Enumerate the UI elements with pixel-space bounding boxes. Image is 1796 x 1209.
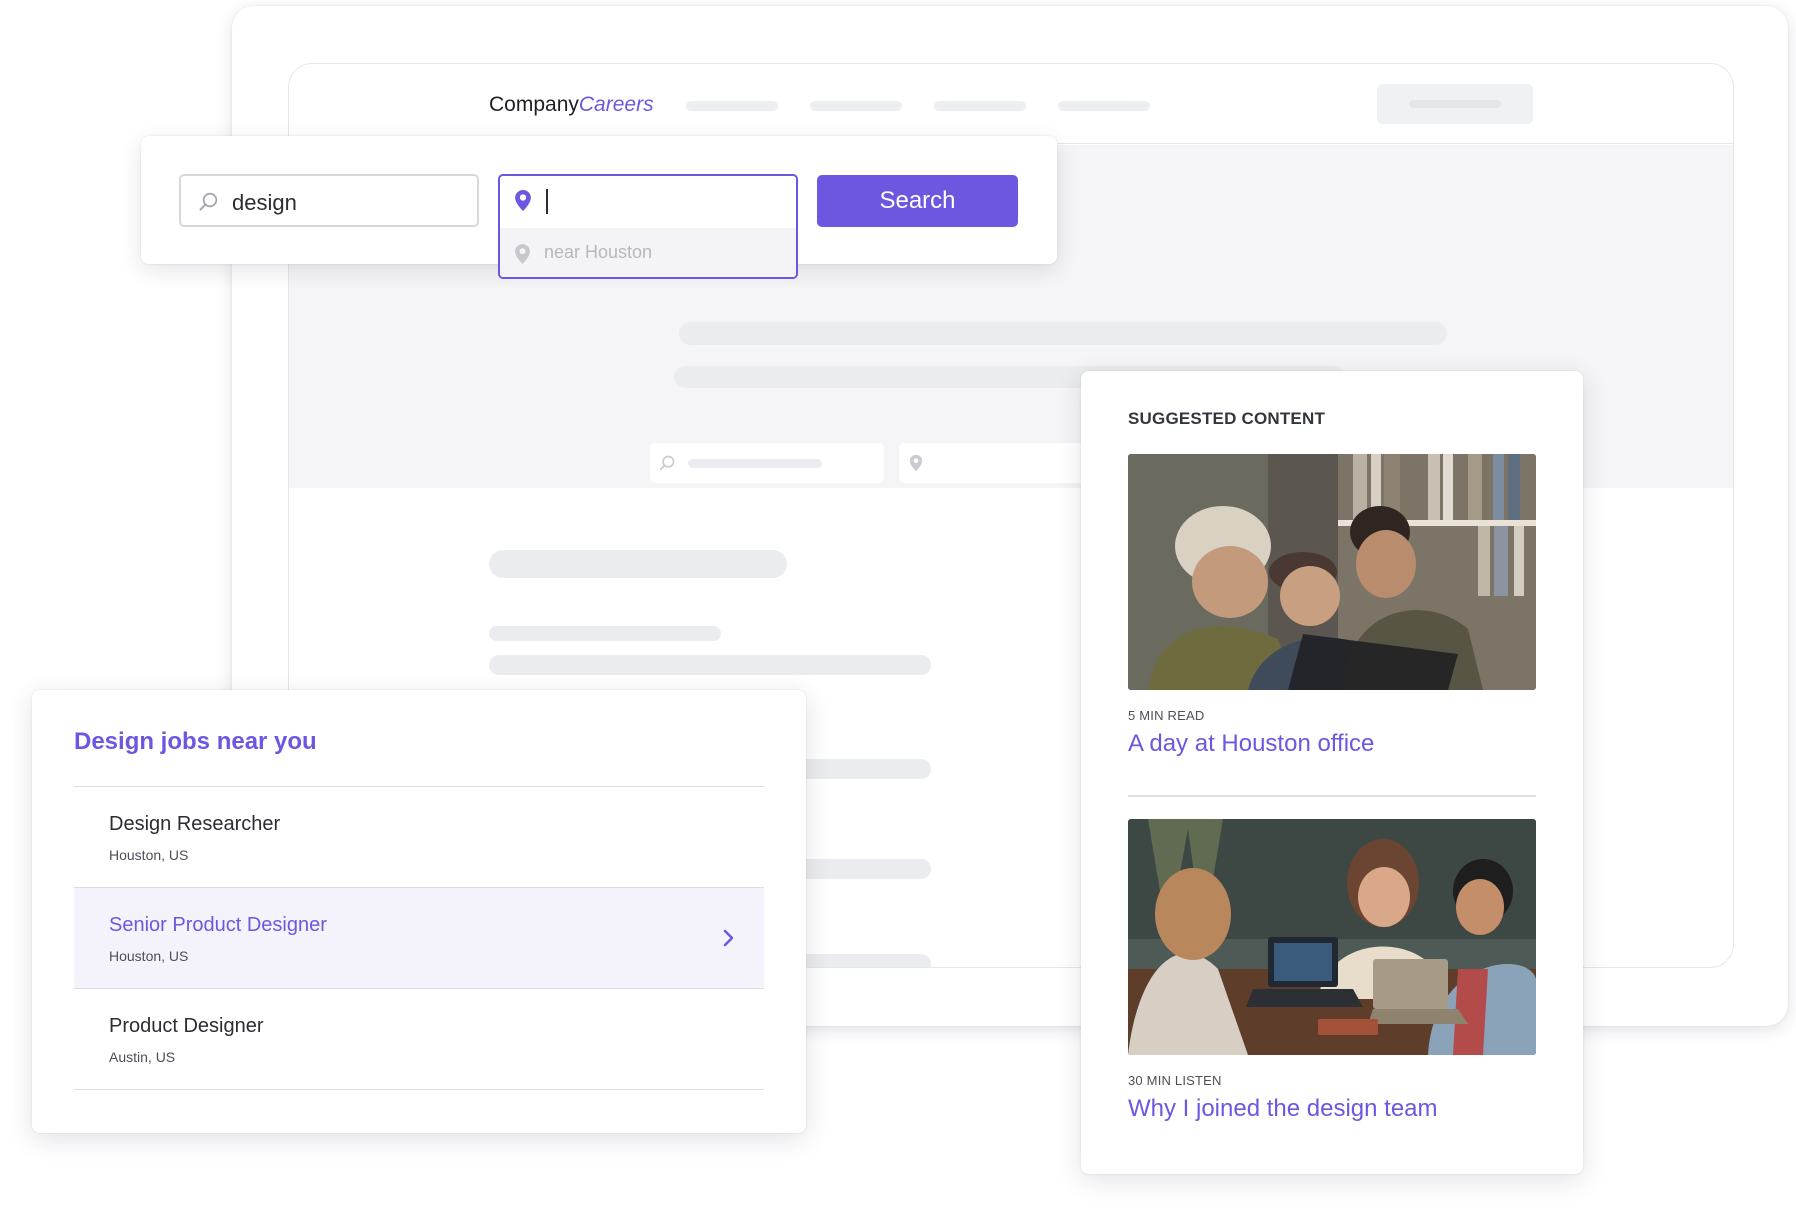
site-header: CompanyCareers: [289, 64, 1733, 144]
meeting-photo-image: [1128, 819, 1536, 1055]
search-icon: [659, 455, 675, 471]
location-suggestion-text: near Houston: [544, 242, 653, 262]
header-button-placeholder[interactable]: [1377, 84, 1533, 124]
hero-location-input-placeholder[interactable]: [899, 443, 1099, 483]
site-logo[interactable]: CompanyCareers: [489, 92, 654, 118]
job-title: Senior Product Designer: [109, 914, 327, 936]
job-location: Houston, US: [109, 847, 189, 863]
job-location: Austin, US: [109, 1049, 176, 1065]
nav-link-placeholder[interactable]: [1058, 101, 1150, 111]
job-list-item[interactable]: Product Designer Austin, US: [74, 989, 764, 1090]
keyword-search-input[interactable]: design: [179, 174, 479, 227]
article-card[interactable]: 5 MIN READ A day at Houston office: [1128, 454, 1536, 757]
article-meta: 5 MIN READ: [1128, 708, 1205, 723]
stage: CompanyCareers design near Houston Searc…: [0, 0, 1796, 1209]
hero-headline-placeholder: [679, 322, 1447, 345]
job-title: Design Researcher: [109, 813, 281, 835]
design-jobs-card: Design jobs near you Design Researcher H…: [32, 690, 806, 1133]
job-list-item-highlighted[interactable]: Senior Product Designer Houston, US: [74, 888, 764, 989]
jobs-card-title: Design jobs near you: [74, 728, 317, 755]
article-photo-team-at-laptop: [1128, 454, 1536, 690]
location-pin-icon: [515, 244, 530, 264]
nav-link-placeholder[interactable]: [934, 101, 1026, 111]
article-card[interactable]: 30 MIN LISTEN Why I joined the design te…: [1128, 819, 1536, 1122]
search-icon: [199, 192, 218, 211]
section-title-placeholder: [489, 550, 787, 578]
search-button[interactable]: Search: [817, 175, 1018, 227]
nav-link-placeholder[interactable]: [686, 101, 778, 111]
chevron-right-icon: [723, 929, 734, 947]
suggested-content-card: SUGGESTED CONTENT 5 MIN READ A day at Ho…: [1081, 371, 1583, 1174]
location-pin-icon: [515, 190, 531, 211]
article-photo-women-meeting: [1128, 819, 1536, 1055]
article-title[interactable]: A day at Houston office: [1128, 730, 1374, 758]
job-location: Houston, US: [109, 948, 189, 964]
content-divider: [1128, 795, 1536, 797]
logo-careers-text: Careers: [578, 93, 654, 116]
keyword-input-value: design: [232, 190, 297, 215]
team-photo-image: [1128, 454, 1536, 690]
job-title: Product Designer: [109, 1015, 264, 1037]
suggested-content-heading: SUGGESTED CONTENT: [1128, 409, 1326, 428]
header-button-label-placeholder: [1409, 100, 1501, 108]
location-autocomplete: near Houston: [498, 174, 798, 279]
job-list-item[interactable]: Design Researcher Houston, US: [74, 787, 764, 888]
location-pin-icon: [909, 454, 923, 472]
input-text-placeholder: [688, 459, 822, 468]
location-suggestion-item[interactable]: near Houston: [500, 228, 796, 277]
logo-company-text: Company: [489, 93, 579, 116]
nav-link-placeholder[interactable]: [810, 101, 902, 111]
article-meta: 30 MIN LISTEN: [1128, 1073, 1222, 1088]
text-line-placeholder: [489, 655, 931, 675]
text-cursor: [546, 189, 548, 214]
job-search-panel: design near Houston Search: [141, 136, 1057, 279]
article-title[interactable]: Why I joined the design team: [1128, 1095, 1438, 1123]
text-line-placeholder: [489, 626, 721, 641]
jobs-list: Design Researcher Houston, US Senior Pro…: [74, 786, 764, 1090]
location-search-input[interactable]: [500, 176, 796, 228]
hero-keyword-input-placeholder[interactable]: [650, 443, 884, 483]
